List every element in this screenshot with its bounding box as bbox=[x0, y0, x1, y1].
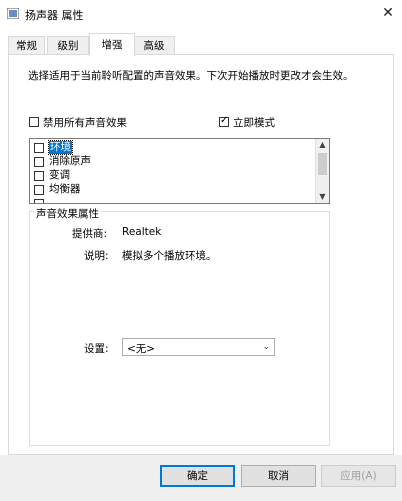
provider-label: 提供商: bbox=[72, 228, 108, 240]
window-title: 扬声器 属性 bbox=[25, 9, 84, 22]
immediate-mode-label[interactable]: 立即模式 bbox=[233, 115, 275, 130]
effect-label[interactable]: 变调 bbox=[49, 169, 70, 182]
effect-label[interactable]: 环境 bbox=[48, 140, 73, 155]
settings-label: 设置: bbox=[84, 343, 109, 355]
ok-button[interactable]: 确定 bbox=[160, 465, 235, 487]
close-icon[interactable]: ✕ bbox=[379, 4, 397, 22]
scroll-thumb[interactable] bbox=[318, 153, 327, 175]
chevron-down-icon: ⌄ bbox=[262, 342, 270, 352]
provider-value: Realtek bbox=[122, 226, 162, 238]
settings-value: <无> bbox=[127, 343, 156, 355]
effect-label[interactable]: 消除原声 bbox=[49, 155, 91, 168]
tab-levels[interactable]: 级别 bbox=[47, 36, 89, 55]
title-bar: 扬声器 属性 ✕ bbox=[0, 0, 402, 28]
settings-dropdown[interactable]: <无> ⌄ bbox=[122, 338, 275, 356]
list-scrollbar[interactable]: ▲ ▼ bbox=[315, 139, 329, 203]
description-label: 说明: bbox=[84, 250, 109, 262]
immediate-mode-checkbox[interactable] bbox=[219, 115, 229, 127]
speaker-icon bbox=[7, 8, 19, 19]
effect-checkbox[interactable] bbox=[34, 185, 44, 195]
tab-general[interactable]: 常规 bbox=[8, 36, 45, 55]
effect-checkbox[interactable] bbox=[34, 199, 44, 203]
disable-all-checkbox[interactable] bbox=[29, 117, 39, 127]
properties-group bbox=[29, 211, 330, 446]
effect-checkbox[interactable] bbox=[34, 143, 44, 153]
effect-checkbox[interactable] bbox=[34, 171, 44, 181]
cancel-button[interactable]: 取消 bbox=[241, 465, 316, 487]
disable-all-label[interactable]: 禁用所有声音效果 bbox=[43, 115, 127, 130]
effect-label[interactable]: 均衡器 bbox=[49, 183, 81, 196]
description-value: 模拟多个播放环境。 bbox=[122, 250, 217, 262]
tab-advanced[interactable]: 高级 bbox=[133, 36, 175, 55]
effects-list[interactable]: 环境 消除原声 变调 均衡器 ▲ ▼ bbox=[29, 138, 330, 204]
apply-button[interactable]: 应用(A) bbox=[321, 465, 396, 487]
tab-enhancements[interactable]: 增强 bbox=[89, 33, 135, 56]
properties-group-label: 声音效果属性 bbox=[34, 206, 101, 221]
scroll-up-icon[interactable]: ▲ bbox=[316, 139, 329, 151]
description-text: 选择适用于当前聆听配置的声音效果。下次开始播放时更改才会生效。 bbox=[28, 70, 354, 82]
effect-checkbox[interactable] bbox=[34, 157, 44, 167]
scroll-down-icon[interactable]: ▼ bbox=[316, 191, 329, 203]
